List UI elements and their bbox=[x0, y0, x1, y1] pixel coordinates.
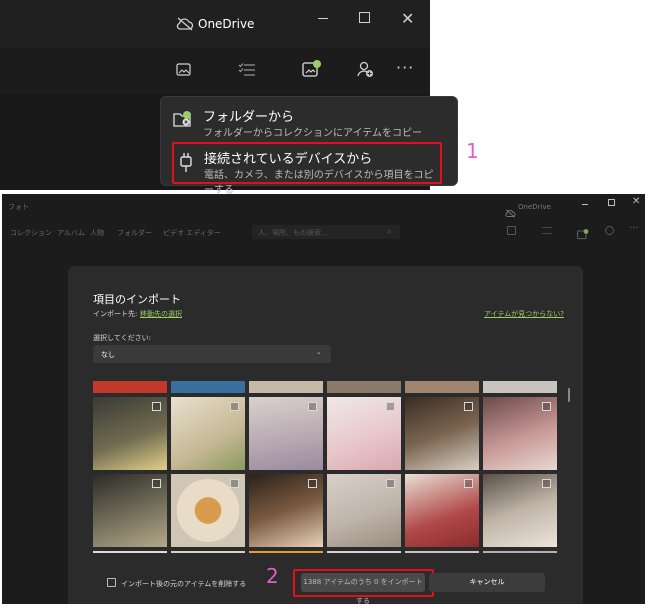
nav-bar: コレクション アルバム 人物 フォルダー ビデオ エディター 人、場所、もの検索… bbox=[2, 223, 645, 244]
tab-album[interactable]: アルバム bbox=[57, 228, 85, 238]
dialog-title: 項目のインポート bbox=[93, 293, 181, 306]
usb-plug-icon bbox=[178, 152, 194, 178]
select-list-icon[interactable] bbox=[542, 227, 552, 234]
more-options-icon[interactable]: ··· bbox=[396, 58, 414, 77]
photo-thumbnail[interactable] bbox=[171, 551, 245, 553]
onedrive-label: OneDrive bbox=[518, 203, 551, 211]
select-checkbox[interactable] bbox=[230, 479, 239, 488]
photo-thumbnail[interactable] bbox=[327, 474, 401, 547]
select-checkbox[interactable] bbox=[152, 402, 161, 411]
import-icon[interactable] bbox=[577, 225, 589, 244]
photo-thumbnail[interactable] bbox=[483, 397, 557, 470]
minimize-button[interactable] bbox=[318, 18, 328, 19]
maximize-button[interactable] bbox=[608, 199, 615, 206]
photo-thumbnail[interactable] bbox=[327, 551, 401, 553]
photo-thumbnail[interactable] bbox=[93, 551, 167, 553]
import-button[interactable]: 1388 アイテムのうち 0 をインポートする bbox=[301, 573, 425, 605]
select-checkbox[interactable] bbox=[464, 402, 473, 411]
add-person-icon[interactable] bbox=[605, 226, 614, 235]
menu-item-from-folder[interactable]: フォルダーから フォルダーからコレクションにアイテムをコピー bbox=[161, 97, 459, 141]
photo-thumbnail[interactable] bbox=[405, 474, 479, 547]
photo-thumbnail[interactable] bbox=[93, 381, 167, 393]
import-dialog: 項目のインポート インポート先: 移動先の選択 アイテムが見つからない? 選択し… bbox=[68, 266, 583, 605]
photo-thumbnail[interactable] bbox=[249, 397, 323, 470]
search-box[interactable]: 人、場所、もの検索... ⌕ bbox=[252, 225, 400, 239]
close-button[interactable]: ✕ bbox=[401, 9, 414, 28]
select-list-icon[interactable] bbox=[238, 62, 256, 82]
photo-thumbnail[interactable] bbox=[405, 551, 479, 553]
more-options-icon[interactable]: ··· bbox=[629, 223, 639, 234]
select-checkbox[interactable] bbox=[464, 479, 473, 488]
select-checkbox[interactable] bbox=[308, 479, 317, 488]
tab-collection[interactable]: コレクション bbox=[10, 228, 52, 238]
image-icon[interactable] bbox=[507, 226, 516, 235]
menu-item-subtitle: フォルダーからコレクションにアイテムをコピー bbox=[203, 128, 422, 139]
photo-thumbnail[interactable] bbox=[93, 474, 167, 547]
close-button[interactable]: ✕ bbox=[632, 196, 640, 207]
choose-destination-link[interactable]: 移動先の選択 bbox=[140, 309, 182, 319]
import-icon[interactable] bbox=[302, 60, 322, 82]
title-bar: OneDrive ✕ bbox=[0, 0, 430, 48]
window-title: OneDrive bbox=[198, 17, 255, 31]
cloud-off-icon bbox=[505, 203, 516, 222]
menu-item-subtitle: 電話、カメラ、または別のデバイスから項目をコピーする bbox=[204, 170, 434, 196]
photo-grid bbox=[93, 381, 559, 553]
import-menu: フォルダーから フォルダーからコレクションにアイテムをコピー 接続されているデバ… bbox=[160, 96, 459, 196]
tab-folder[interactable]: フォルダー bbox=[117, 228, 152, 238]
photo-thumbnail[interactable] bbox=[405, 397, 479, 470]
select-checkbox[interactable] bbox=[542, 479, 551, 488]
photo-thumbnail[interactable] bbox=[93, 397, 167, 470]
selection-dropdown-value: なし bbox=[101, 351, 115, 359]
items-not-found-link[interactable]: アイテムが見つからない? bbox=[484, 309, 564, 319]
maximize-button[interactable] bbox=[359, 12, 370, 23]
photo-thumbnail[interactable] bbox=[171, 474, 245, 547]
cloud-off-icon bbox=[176, 16, 194, 35]
tab-video-editor[interactable]: ビデオ エディター bbox=[163, 228, 221, 238]
select-checkbox[interactable] bbox=[386, 479, 395, 488]
toolbar: ··· bbox=[0, 48, 430, 94]
add-folder-icon bbox=[173, 110, 193, 132]
photo-thumbnail[interactable] bbox=[483, 381, 557, 393]
search-input[interactable]: 人、場所、もの検索... bbox=[258, 228, 328, 238]
photo-thumbnail[interactable] bbox=[405, 381, 479, 393]
tab-people[interactable]: 人物 bbox=[90, 228, 104, 238]
select-checkbox[interactable] bbox=[152, 479, 161, 488]
photo-thumbnail[interactable] bbox=[327, 397, 401, 470]
import-to-label: インポート先: bbox=[93, 310, 138, 318]
app-name: フォト bbox=[8, 203, 29, 211]
photo-thumbnail[interactable] bbox=[249, 474, 323, 547]
minimize-button[interactable] bbox=[582, 204, 588, 205]
select-label: 選択してください: bbox=[93, 334, 151, 342]
photo-thumbnail[interactable] bbox=[483, 551, 557, 553]
cancel-button[interactable]: キャンセル bbox=[429, 573, 545, 592]
photo-thumbnail[interactable] bbox=[249, 381, 323, 393]
photo-thumbnail[interactable] bbox=[171, 397, 245, 470]
delete-after-import-label: インポート後の元のアイテムを削除する bbox=[121, 580, 247, 588]
scrollbar[interactable] bbox=[568, 388, 570, 402]
photo-thumbnail[interactable] bbox=[327, 381, 401, 393]
menu-item-title: フォルダーから bbox=[203, 110, 295, 125]
select-checkbox[interactable] bbox=[308, 402, 317, 411]
search-icon[interactable]: ⌕ bbox=[387, 227, 391, 237]
menu-item-title: 接続されているデバイスから bbox=[204, 152, 373, 167]
chevron-down-icon: ⌄ bbox=[316, 348, 322, 356]
select-checkbox[interactable] bbox=[542, 402, 551, 411]
photo-thumbnail[interactable] bbox=[483, 474, 557, 547]
step-number-1: 1 bbox=[466, 139, 479, 163]
select-checkbox[interactable] bbox=[230, 402, 239, 411]
selection-dropdown[interactable]: なし ⌄ bbox=[93, 345, 331, 363]
select-checkbox[interactable] bbox=[386, 402, 395, 411]
step-number-2: 2 bbox=[266, 564, 279, 588]
menu-item-from-device[interactable]: 接続されているデバイスから 電話、カメラ、または別のデバイスから項目をコピーする bbox=[172, 142, 442, 196]
add-person-icon[interactable] bbox=[356, 60, 374, 82]
photo-thumbnail[interactable] bbox=[249, 551, 323, 553]
image-icon[interactable] bbox=[176, 62, 192, 82]
delete-after-import-checkbox[interactable] bbox=[107, 578, 116, 587]
photo-thumbnail[interactable] bbox=[171, 381, 245, 393]
